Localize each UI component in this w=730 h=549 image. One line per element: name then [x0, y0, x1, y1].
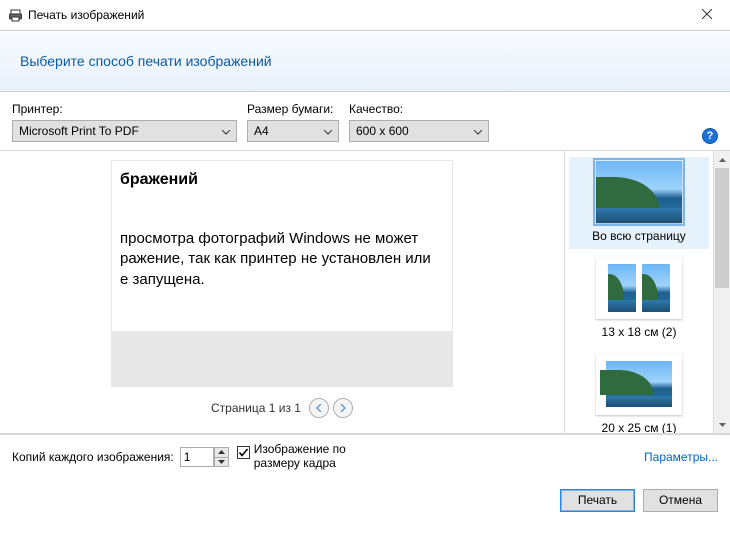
layout-list[interactable]: Во всю страницу 13 x 18 см (2) 20 x 25 с… — [565, 151, 713, 433]
pager-label: Страница 1 из 1 — [211, 401, 301, 415]
paper-size-value: A4 — [254, 124, 269, 138]
chevron-down-icon — [324, 124, 332, 138]
window-title: Печать изображений — [28, 8, 684, 22]
cancel-button[interactable]: Отмена — [643, 489, 718, 512]
layout-caption: 13 x 18 см (2) — [602, 325, 677, 339]
printer-control: Принтер: Microsoft Print To PDF — [12, 102, 237, 142]
copies-stepper — [180, 447, 229, 467]
copies-spin-buttons — [214, 447, 229, 467]
fit-frame-checkbox-wrap[interactable]: Изображение по размеру кадра — [237, 443, 384, 471]
printer-icon — [8, 8, 22, 22]
print-button[interactable]: Печать — [560, 489, 635, 512]
paper-size-label: Размер бумаги: — [247, 102, 339, 116]
layout-full-page[interactable]: Во всю страницу — [569, 157, 709, 249]
paper-size-control: Размер бумаги: A4 — [247, 102, 339, 142]
chevron-down-icon — [222, 124, 230, 138]
preview-area: бражений просмотра фотографий Windows не… — [0, 151, 564, 433]
scroll-up-button[interactable] — [714, 151, 730, 168]
layout-13x18[interactable]: 13 x 18 см (2) — [569, 253, 709, 345]
close-button[interactable] — [684, 0, 730, 28]
copies-label: Копий каждого изображения: — [12, 450, 174, 464]
quality-value: 600 x 600 — [356, 124, 409, 138]
layout-caption: Во всю страницу — [592, 229, 686, 243]
layout-thumb-icon — [596, 161, 682, 223]
next-page-button[interactable] — [333, 398, 353, 418]
instruction-heading: Выберите способ печати изображений — [20, 53, 710, 69]
scroll-track[interactable] — [714, 168, 730, 416]
layout-scrollbar[interactable] — [713, 151, 730, 433]
pager-nav — [309, 398, 353, 418]
page-preview: бражений просмотра фотографий Windows не… — [112, 161, 452, 386]
copies-up-button[interactable] — [214, 447, 229, 457]
chevron-down-icon — [474, 124, 482, 138]
quality-control: Качество: 600 x 600 — [349, 102, 489, 142]
bottom-row: Копий каждого изображения: Изображение п… — [0, 434, 730, 479]
options-link[interactable]: Параметры... — [644, 450, 718, 464]
printer-label: Принтер: — [12, 102, 237, 116]
fit-frame-label: Изображение по размеру кадра — [254, 443, 384, 471]
scroll-thumb[interactable] — [715, 168, 729, 288]
pager: Страница 1 из 1 — [211, 398, 353, 418]
scroll-down-button[interactable] — [714, 416, 730, 433]
fit-frame-checkbox[interactable] — [237, 446, 250, 459]
layout-caption: 20 x 25 см (1) — [602, 421, 677, 433]
printer-dropdown[interactable]: Microsoft Print To PDF — [12, 120, 237, 142]
main-area: бражений просмотра фотографий Windows не… — [0, 151, 730, 433]
print-settings-row: Принтер: Microsoft Print To PDF Размер б… — [0, 92, 730, 150]
paper-size-dropdown[interactable]: A4 — [247, 120, 339, 142]
copies-down-button[interactable] — [214, 457, 229, 467]
titlebar: Печать изображений — [0, 0, 730, 30]
preview-body-fragment: просмотра фотографий Windows не может ра… — [112, 189, 452, 290]
preview-heading-fragment: бражений — [112, 161, 452, 189]
quality-label: Качество: — [349, 102, 489, 116]
printer-value: Microsoft Print To PDF — [19, 124, 139, 138]
footer: Печать Отмена — [0, 479, 730, 522]
layout-20x25[interactable]: 20 x 25 см (1) — [569, 349, 709, 433]
prev-page-button[interactable] — [309, 398, 329, 418]
layout-thumb-icon — [596, 353, 682, 415]
instruction-banner: Выберите способ печати изображений — [0, 30, 730, 92]
quality-dropdown[interactable]: 600 x 600 — [349, 120, 489, 142]
copies-input[interactable] — [180, 447, 214, 467]
preview-greyband — [112, 331, 452, 386]
layout-panel: Во всю страницу 13 x 18 см (2) 20 x 25 с… — [564, 151, 730, 433]
help-icon[interactable]: ? — [702, 128, 718, 144]
layout-thumb-icon — [596, 257, 682, 319]
